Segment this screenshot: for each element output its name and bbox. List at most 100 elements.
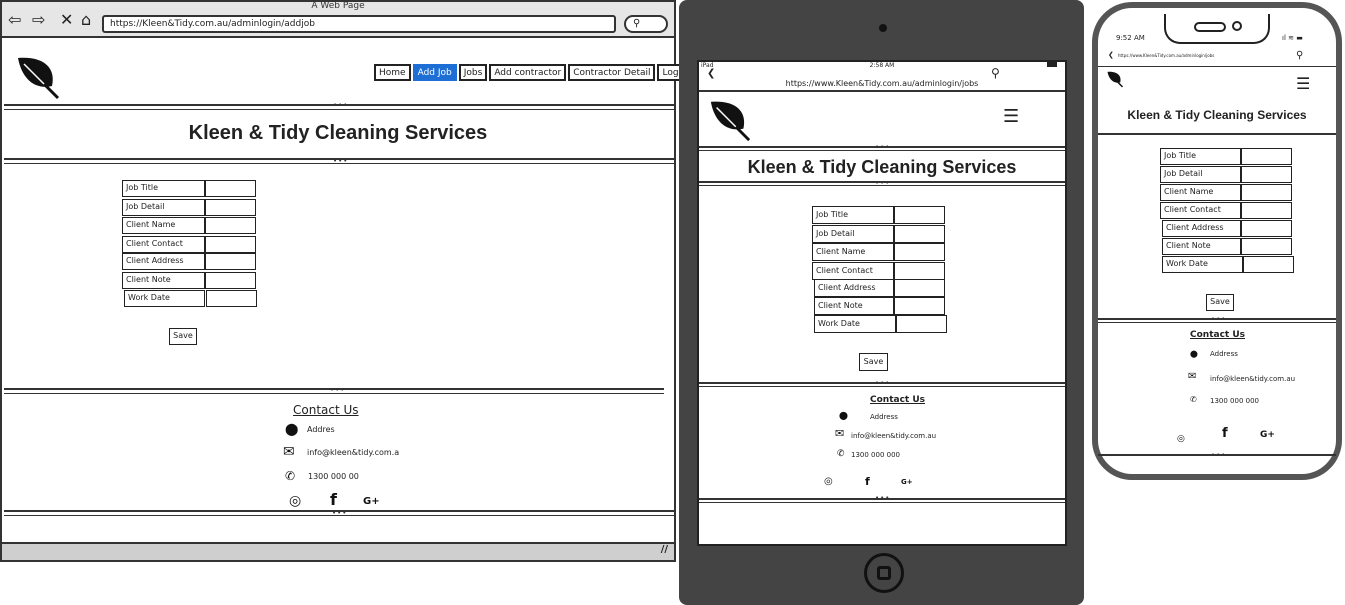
field-label-client-note: Client Note <box>1162 238 1241 255</box>
resize-handle[interactable]: ••• <box>333 102 348 109</box>
hamburger-menu-icon[interactable]: ☰ <box>1003 106 1019 127</box>
field-label-client-name: Client Name <box>812 243 894 261</box>
client-name-input[interactable] <box>894 243 945 261</box>
site-title: Kleen & Tidy Cleaning Services <box>188 122 488 144</box>
instagram-icon[interactable]: ◎ <box>824 477 833 487</box>
search-icon[interactable]: ⚲ <box>991 66 1000 80</box>
main-nav: Home Add Job Jobs Add contractor Contrac… <box>374 64 703 81</box>
client-name-input[interactable] <box>1241 184 1292 201</box>
battery-icon <box>1047 62 1057 67</box>
tablet-url[interactable]: https://www.Kleen&Tidy.com.au/adminlogin… <box>699 79 1065 88</box>
nav-add-contractor[interactable]: Add contractor <box>489 64 567 81</box>
save-button[interactable]: Save <box>169 328 197 345</box>
job-title-input[interactable] <box>894 206 945 224</box>
facebook-icon[interactable]: f <box>865 476 870 487</box>
field-label-client-contact: Client Contact <box>122 236 205 253</box>
search-icon: ⚲ <box>633 18 641 29</box>
field-label-client-note: Client Note <box>814 297 894 315</box>
envelope-icon: ✉ <box>1188 371 1197 382</box>
client-address-input[interactable] <box>205 253 256 270</box>
resize-grip-icon[interactable]: // <box>661 544 668 555</box>
leaf-logo-icon[interactable] <box>14 54 62 100</box>
back-arrow-icon[interactable]: ⇦ <box>8 12 21 28</box>
client-note-input[interactable] <box>894 297 945 315</box>
field-label-work-date: Work Date <box>1162 256 1243 273</box>
client-contact-input[interactable] <box>1241 202 1292 219</box>
resize-handle[interactable]: ••• <box>875 180 890 187</box>
divider <box>1098 318 1336 320</box>
contact-email[interactable]: info@kleen&tidy.com.a <box>307 448 399 457</box>
job-detail-input[interactable] <box>1241 166 1292 183</box>
url-input[interactable]: https://Kleen&Tidy.com.au/adminlogin/add… <box>102 15 616 33</box>
phone-status-icons: ıl ≋ ▬ <box>1282 34 1303 42</box>
resize-handle[interactable]: ••• <box>333 158 348 165</box>
location-pin-icon: ⬤ <box>839 411 848 420</box>
divider <box>4 109 674 110</box>
tablet-home-button[interactable] <box>864 553 904 593</box>
client-contact-input[interactable] <box>894 262 945 280</box>
divider <box>1098 322 1336 323</box>
field-label-work-date: Work Date <box>124 290 205 307</box>
facebook-icon[interactable]: f <box>1222 427 1228 440</box>
phone-url[interactable]: https://www.Kleen&Tidy.com.au/adminlogin… <box>1118 53 1214 58</box>
resize-handle[interactable]: ••• <box>330 387 345 394</box>
window-title: A Web Page <box>311 1 365 11</box>
back-icon[interactable]: ❮ <box>707 68 715 79</box>
leaf-logo-icon[interactable] <box>707 98 753 142</box>
work-date-input[interactable] <box>206 290 257 307</box>
client-address-input[interactable] <box>1241 220 1292 237</box>
back-icon[interactable]: ❮ <box>1108 51 1114 59</box>
field-label-client-contact: Client Contact <box>1160 202 1241 219</box>
instagram-icon[interactable]: ◎ <box>1177 435 1185 444</box>
hamburger-menu-icon[interactable]: ☰ <box>1296 74 1310 93</box>
envelope-icon: ✉ <box>835 427 845 440</box>
tablet-device-frame: iPad 2:58 AM ❮ https://www.Kleen&Tidy.co… <box>679 0 1084 605</box>
resize-handle[interactable]: ••• <box>875 144 890 151</box>
google-plus-icon[interactable]: G+ <box>363 497 380 507</box>
job-detail-input[interactable] <box>205 199 256 216</box>
nav-add-job[interactable]: Add Job <box>412 64 457 81</box>
job-title-input[interactable] <box>1241 148 1292 165</box>
home-icon[interactable]: ⌂ <box>81 12 91 28</box>
leaf-logo-icon[interactable] <box>1106 70 1124 88</box>
envelope-icon: ✉ <box>283 444 295 460</box>
status-bar: // <box>2 542 674 560</box>
phone-device-frame: 9:52 AM ıl ≋ ▬ ❮ https://www.Kleen&Tidy.… <box>1092 2 1342 480</box>
phone-icon: ✆ <box>837 449 845 459</box>
facebook-icon[interactable]: f <box>330 492 337 508</box>
divider <box>699 386 1065 387</box>
work-date-input[interactable] <box>1243 256 1294 273</box>
nav-jobs[interactable]: Jobs <box>458 64 488 81</box>
field-label-work-date: Work Date <box>814 315 896 333</box>
contact-phone[interactable]: 1300 000 000 <box>1210 397 1259 405</box>
instagram-icon[interactable]: ◎ <box>289 494 301 508</box>
divider <box>699 502 1065 503</box>
save-button[interactable]: Save <box>1206 294 1234 311</box>
job-detail-input[interactable] <box>894 225 945 243</box>
forward-arrow-icon[interactable]: ⇨ <box>32 12 45 28</box>
client-address-input[interactable] <box>894 279 945 297</box>
client-note-input[interactable] <box>1241 238 1292 255</box>
contact-phone[interactable]: 1300 000 000 <box>851 451 900 459</box>
contact-phone[interactable]: 1300 000 00 <box>308 472 359 481</box>
client-contact-input[interactable] <box>205 236 256 253</box>
search-icon[interactable]: ⚲ <box>1296 50 1303 61</box>
google-plus-icon[interactable]: G+ <box>1260 431 1275 440</box>
job-title-input[interactable] <box>205 180 256 197</box>
contact-email[interactable]: info@kleen&tidy.com.au <box>1210 375 1295 383</box>
contact-us-heading: Contact Us <box>1190 330 1246 340</box>
nav-contractor-detail[interactable]: Contractor Detail <box>568 64 656 81</box>
save-button[interactable]: Save <box>859 353 888 371</box>
stop-icon[interactable]: ✕ <box>60 12 73 28</box>
divider <box>699 498 1065 500</box>
divider <box>4 515 674 516</box>
browser-search-field[interactable]: ⚲ <box>624 15 668 33</box>
work-date-input[interactable] <box>896 315 947 333</box>
google-plus-icon[interactable]: G+ <box>901 479 913 486</box>
nav-home[interactable]: Home <box>374 64 411 81</box>
contact-email[interactable]: info@kleen&tidy.com.au <box>851 432 936 440</box>
phone-notch <box>1164 14 1270 44</box>
location-pin-icon: ⬤ <box>1190 350 1198 358</box>
client-name-input[interactable] <box>205 217 256 234</box>
client-note-input[interactable] <box>205 272 256 289</box>
